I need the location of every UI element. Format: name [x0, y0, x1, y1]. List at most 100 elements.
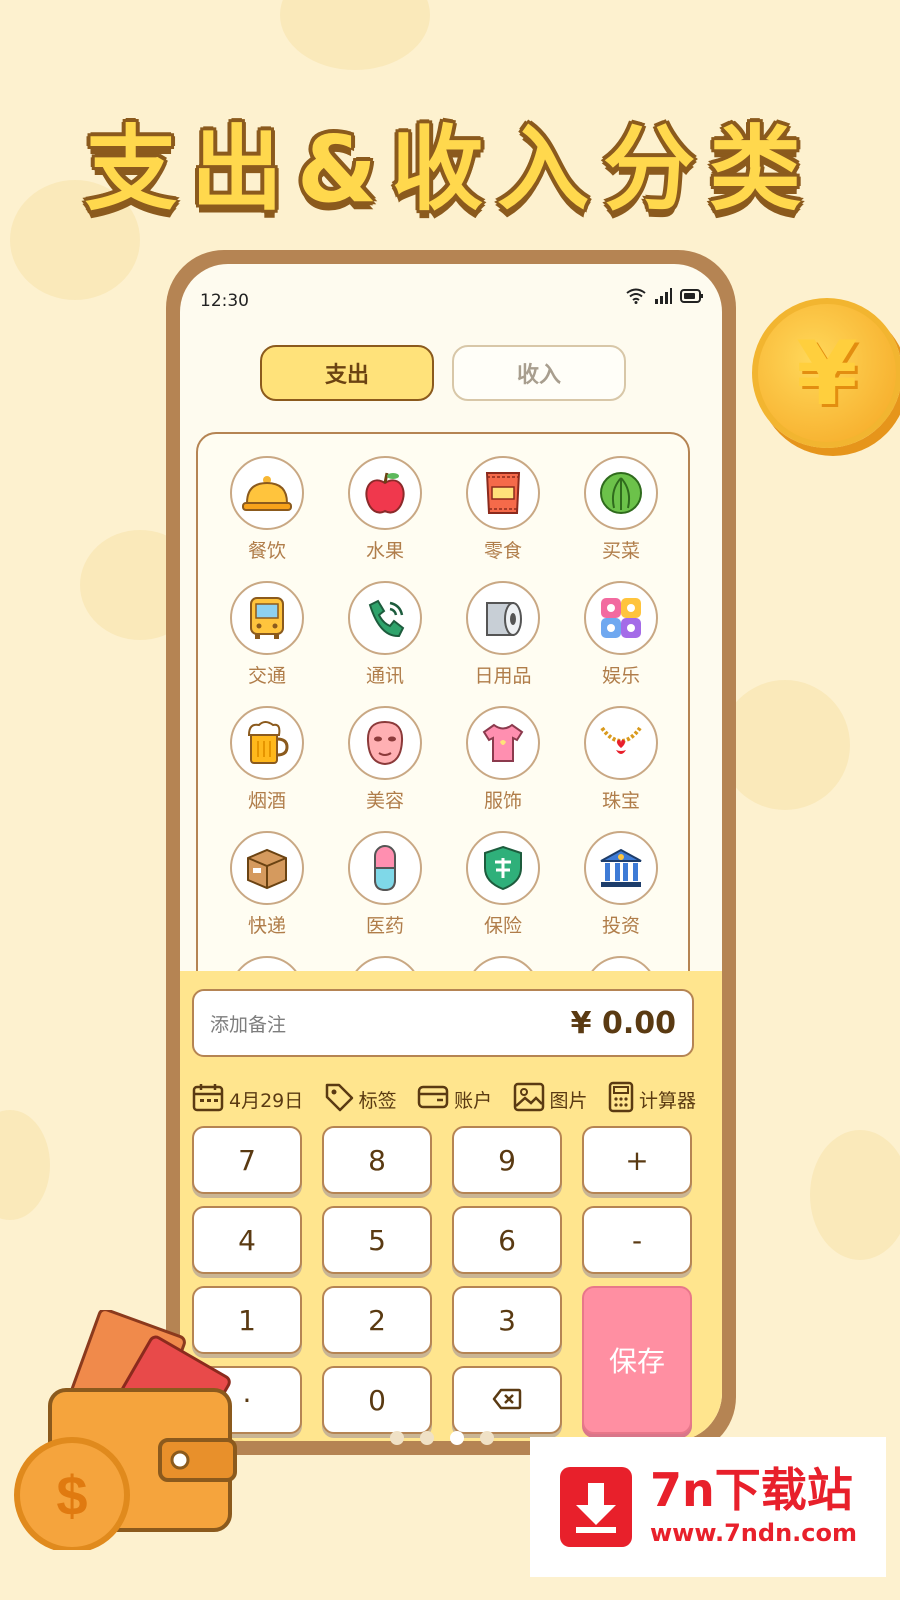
background-bubble — [0, 1110, 50, 1220]
category-label: 美容 — [365, 790, 404, 812]
svg-text:$: $ — [56, 1464, 87, 1527]
phone-icon — [348, 581, 422, 655]
category-item-fruit[interactable]: 水果 — [335, 456, 435, 563]
key-9[interactable]: 9 — [452, 1126, 562, 1194]
category-label: 娱乐 — [601, 665, 640, 687]
category-item-beauty[interactable]: 美容 — [335, 706, 435, 813]
category-label: 服饰 — [483, 790, 522, 812]
tshirt-icon — [466, 706, 540, 780]
image-button[interactable]: 图片 — [513, 1081, 588, 1118]
key-0[interactable]: 0 — [322, 1366, 432, 1434]
category-label: 医药 — [365, 915, 404, 937]
cabbage-icon — [584, 456, 658, 530]
watermark-url: www.7ndn.com — [650, 1519, 857, 1547]
calculator-label: 计算器 — [638, 1090, 696, 1112]
page-indicator — [390, 1431, 494, 1445]
snack-bag-icon — [466, 456, 540, 530]
page-dot — [420, 1431, 434, 1445]
key-4[interactable]: 4 — [192, 1206, 302, 1274]
key-5[interactable]: 5 — [322, 1206, 432, 1274]
date-label: 4月29日 — [229, 1090, 304, 1112]
background-bubble — [280, 0, 430, 70]
category-item-tobacco-alcohol[interactable]: 烟酒 — [217, 706, 317, 813]
backspace-icon — [492, 1384, 522, 1417]
entry-panel: 添加备注 ¥ 0.00 4月29日 标签 账户 图片 计算器 7 8 9 + 4… — [180, 971, 722, 1441]
page-dot — [390, 1431, 404, 1445]
key-minus[interactable]: - — [582, 1206, 692, 1274]
account-button[interactable]: 账户 — [417, 1081, 492, 1118]
category-item-entertainment[interactable]: 娱乐 — [571, 581, 671, 688]
category-item-clothing[interactable]: 服饰 — [453, 706, 553, 813]
category-label: 餐饮 — [247, 540, 286, 562]
category-item-snacks[interactable]: 零食 — [453, 456, 553, 563]
note-placeholder: 添加备注 — [210, 1013, 287, 1036]
date-button[interactable]: 4月29日 — [192, 1081, 303, 1118]
signal-icon — [654, 288, 672, 308]
key-2[interactable]: 2 — [322, 1286, 432, 1354]
category-item-delivery[interactable]: 快递 — [217, 831, 317, 938]
wifi-icon — [626, 288, 646, 308]
category-label: 投资 — [601, 915, 640, 937]
yen-coin-icon: ¥ — [752, 298, 900, 448]
battery-icon — [680, 288, 704, 308]
save-button[interactable]: 保存 — [582, 1286, 692, 1434]
key-6[interactable]: 6 — [452, 1206, 562, 1274]
shield-icon — [466, 831, 540, 905]
background-bubble — [810, 1130, 900, 1260]
tab-expense[interactable]: 支出 — [260, 345, 434, 401]
page-dot — [480, 1431, 494, 1445]
status-icons — [626, 288, 704, 308]
tag-button[interactable]: 标签 — [324, 1081, 397, 1118]
category-item-jewelry[interactable]: 珠宝 — [571, 706, 671, 813]
category-label: 珠宝 — [601, 790, 640, 812]
status-time: 12:30 — [200, 291, 249, 311]
pill-icon — [348, 831, 422, 905]
category-grid: 餐饮 水果 零食 买菜 交通 通讯 日用品 娱乐 烟酒 美容 服饰 珠宝 快递 … — [196, 432, 690, 992]
key-3[interactable]: 3 — [452, 1286, 562, 1354]
category-item-medicine[interactable]: 医药 — [335, 831, 435, 938]
beer-icon — [230, 706, 304, 780]
parcel-icon — [230, 831, 304, 905]
category-label: 日用品 — [474, 665, 532, 687]
backspace-button[interactable] — [452, 1366, 562, 1434]
wallet-card-icon — [417, 1084, 449, 1115]
background-bubble — [720, 680, 850, 810]
account-label: 账户 — [454, 1090, 493, 1112]
watermark-badge: 7n下载站 www.7ndn.com — [530, 1437, 886, 1577]
apple-icon — [348, 456, 422, 530]
necklace-icon — [584, 706, 658, 780]
tab-income[interactable]: 收入 — [452, 345, 626, 401]
note-field[interactable]: 添加备注 ¥ 0.00 — [192, 989, 694, 1057]
tag-icon — [324, 1082, 354, 1117]
bus-icon — [230, 581, 304, 655]
tissue-roll-icon — [466, 581, 540, 655]
face-mask-icon — [348, 706, 422, 780]
category-label: 快递 — [247, 915, 286, 937]
tag-label: 标签 — [358, 1090, 397, 1112]
tool-bar: 4月29日 标签 账户 图片 计算器 — [192, 1081, 696, 1118]
key-8[interactable]: 8 — [322, 1126, 432, 1194]
category-item-telecom[interactable]: 通讯 — [335, 581, 435, 688]
food-cloche-icon — [230, 456, 304, 530]
calculator-icon — [608, 1081, 634, 1118]
category-item-investment[interactable]: 投资 — [571, 831, 671, 938]
category-item-daily-goods[interactable]: 日用品 — [453, 581, 553, 688]
watermark-title: 7n下载站 — [650, 1463, 853, 1517]
download-arrow-icon — [560, 1467, 632, 1547]
calculator-button[interactable]: 计算器 — [608, 1081, 696, 1118]
key-7[interactable]: 7 — [192, 1126, 302, 1194]
phone-frame: 12:30 支出 收入 餐饮 水果 零食 买菜 交通 通讯 日用品 娱乐 烟酒 … — [166, 250, 736, 1455]
category-item-groceries[interactable]: 买菜 — [571, 456, 671, 563]
category-label: 烟酒 — [247, 790, 286, 812]
amount-display: ¥ 0.00 — [570, 1005, 676, 1041]
category-item-dining[interactable]: 餐饮 — [217, 456, 317, 563]
category-item-insurance[interactable]: 保险 — [453, 831, 553, 938]
entertainment-icon — [584, 581, 658, 655]
key-plus[interactable]: + — [582, 1126, 692, 1194]
wallet-money-icon: $ — [10, 1308, 250, 1553]
category-item-transport[interactable]: 交通 — [217, 581, 317, 688]
page-headline: 支出&收入分类 — [84, 116, 816, 223]
category-label: 水果 — [365, 540, 404, 562]
page-dot-active — [450, 1431, 464, 1445]
calendar-icon — [192, 1082, 224, 1117]
